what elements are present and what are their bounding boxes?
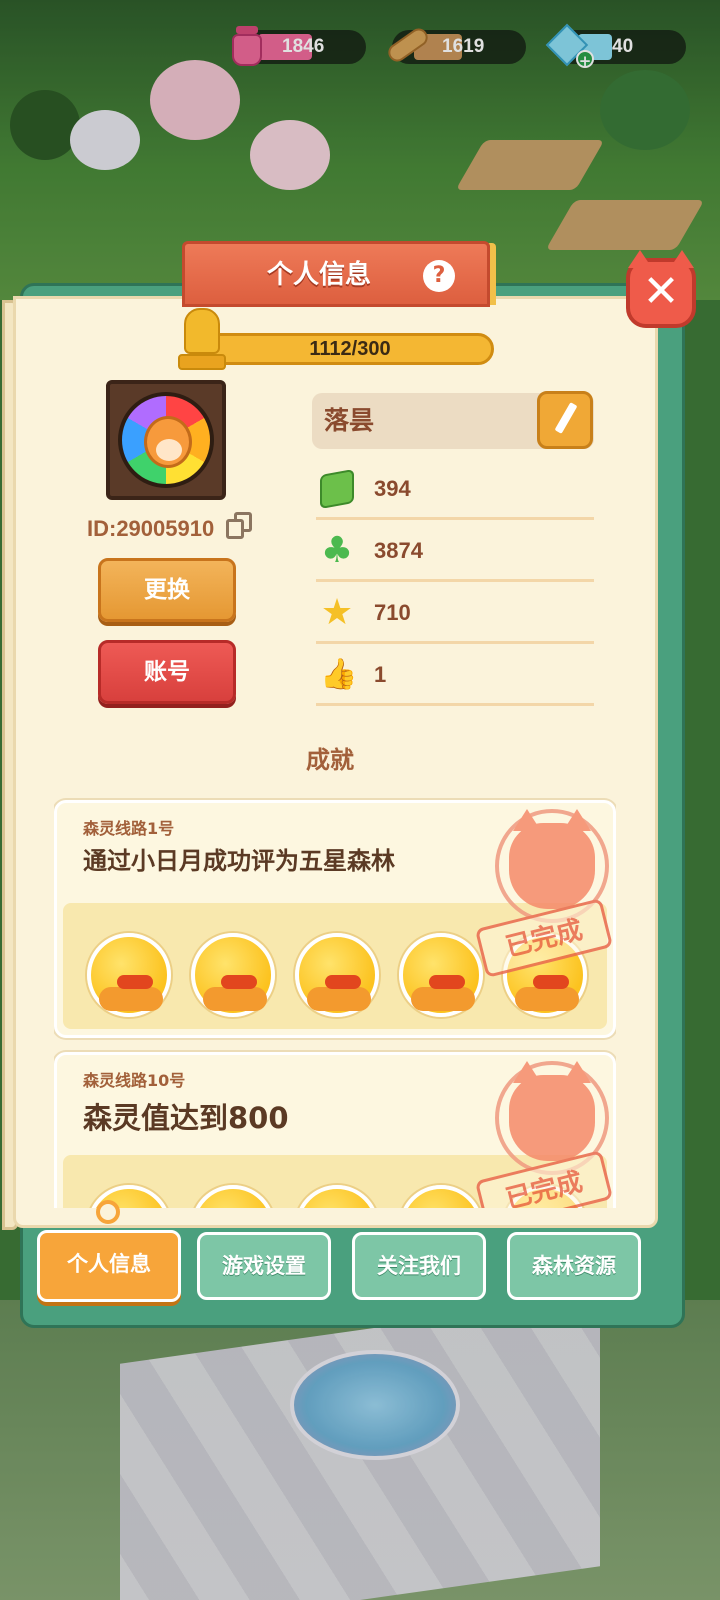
copy-icon[interactable] — [226, 512, 254, 540]
reward-chick-icon — [87, 933, 171, 1017]
completed-stamp: 已完成 — [474, 1061, 614, 1208]
tab-follow-us[interactable]: 关注我们 — [352, 1232, 486, 1300]
close-icon: ✕ — [642, 266, 680, 317]
tab-forest-resources[interactable]: 森林资源 — [507, 1232, 641, 1300]
grass-block-icon — [320, 469, 354, 509]
cat-stamp-icon — [509, 809, 595, 909]
cat-ear-decoration — [670, 250, 694, 268]
avatar[interactable] — [106, 380, 226, 500]
tab-game-settings[interactable]: 游戏设置 — [197, 1232, 331, 1300]
stat-grass-value: 394 — [374, 476, 411, 501]
achievement-route: 森灵线路1号 — [83, 819, 175, 838]
cat-stamp-icon — [509, 1061, 595, 1161]
clover-icon: ♣ — [320, 530, 354, 571]
completed-stamp: 已完成 — [474, 809, 614, 979]
stat-likes-value: 1 — [374, 662, 387, 687]
close-button[interactable]: ✕ — [626, 250, 696, 328]
user-id: ID:29005910 — [87, 516, 215, 541]
level-progress-text: 1112/300 — [309, 338, 391, 360]
achievements-header: 成就 — [306, 746, 354, 774]
account-button[interactable]: 账号 — [98, 640, 236, 704]
panel-title: 个人信息 — [266, 260, 371, 290]
reward-chick-icon — [295, 933, 379, 1017]
avatar-face — [144, 416, 192, 468]
pencil-icon — [554, 402, 578, 434]
tab-profile[interactable]: 个人信息 — [37, 1230, 181, 1302]
stat-row-likes: 👍 1 — [316, 644, 594, 706]
active-tab-pin — [96, 1200, 120, 1224]
trophy-statue-icon — [178, 308, 226, 378]
edit-name-button[interactable] — [537, 391, 593, 449]
achievement-title: 通过小日月成功评为五星森林 — [83, 847, 395, 875]
stat-row-clover: ♣ 3874 — [316, 520, 594, 582]
achievements-list[interactable]: 森灵线路1号 通过小日月成功评为五星森林 已完成 森灵线路10号 森灵值达到80… — [54, 796, 616, 1208]
stat-clover-value: 3874 — [374, 538, 423, 563]
thumbs-up-icon: 👍 — [320, 657, 358, 692]
player-name: 落昙 — [324, 406, 375, 435]
help-icon[interactable]: ? — [423, 260, 455, 292]
avatar-image — [118, 392, 214, 488]
stat-star-value: 710 — [374, 600, 411, 625]
achievement-title: 森灵值达到800 — [83, 1101, 289, 1135]
achievement-card: 森灵线路10号 森灵值达到800 已完成 — [54, 1052, 616, 1208]
achievement-card: 森灵线路1号 通过小日月成功评为五星森林 已完成 — [54, 800, 616, 1038]
level-progress-bar: 1112/300 — [200, 333, 494, 365]
stat-row-star: ★ 710 — [316, 582, 594, 644]
reward-chick-icon — [191, 933, 275, 1017]
star-icon: ★ — [320, 592, 354, 633]
change-avatar-button[interactable]: 更换 — [98, 558, 236, 622]
reward-chick-icon — [399, 933, 483, 1017]
achievement-route: 森灵线路10号 — [83, 1071, 186, 1090]
panel-title-tab: 个人信息 ? — [182, 241, 490, 307]
stat-row-grass: 394 — [316, 458, 594, 520]
cat-ear-decoration — [628, 250, 652, 268]
